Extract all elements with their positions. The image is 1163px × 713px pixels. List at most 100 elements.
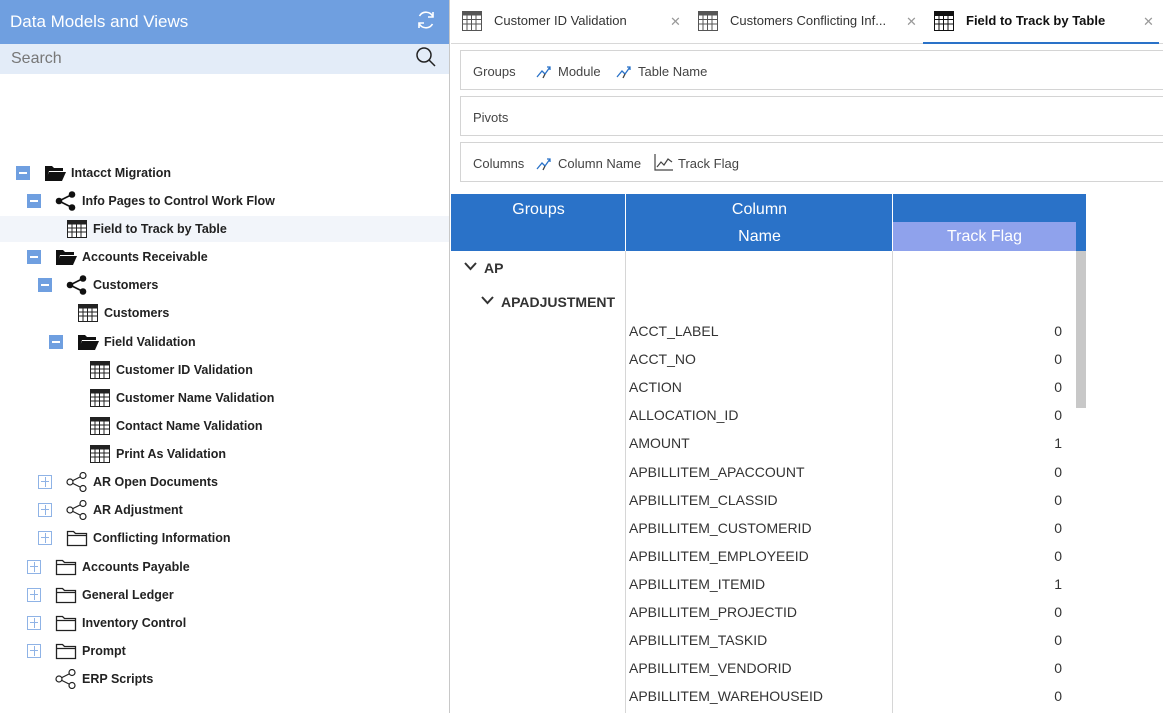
tree-item-customer-id-validation[interactable]: Customer ID Validation	[0, 357, 449, 383]
chevron-down-icon[interactable]	[481, 296, 494, 308]
header-column-line2[interactable]: Name	[626, 228, 893, 246]
close-icon[interactable]: ✕	[1143, 14, 1154, 30]
tree-item-accounts-payable[interactable]: Accounts Payable	[0, 554, 449, 580]
table-row[interactable]: APBILLITEM_APACCOUNT 0	[626, 458, 1076, 486]
search-icon[interactable]	[415, 46, 437, 73]
measure-icon	[654, 153, 678, 174]
table-row[interactable]: APBILLITEM_WAREHOUSEID 0	[626, 682, 1076, 710]
track-flag-cell: 0	[1054, 660, 1062, 677]
tree-item-label: Customers	[104, 306, 170, 320]
tree-item-print-as-validation[interactable]: Print As Validation	[0, 441, 449, 467]
collapse-icon[interactable]	[27, 250, 41, 264]
table-row[interactable]: AMOUNT 1	[626, 429, 1076, 457]
tree-item-intacct-migration[interactable]: Intacct Migration	[0, 160, 449, 186]
tree-item-label: Customer Name Validation	[116, 391, 275, 405]
group-row-ap[interactable]: AP	[464, 260, 503, 276]
chip-module[interactable]: Module	[536, 61, 601, 82]
group-row-apadjustment[interactable]: APADJUSTMENT	[481, 294, 615, 310]
dimension-icon	[616, 61, 638, 82]
refresh-icon[interactable]	[415, 9, 437, 36]
tree-item-field-to-track-by-table[interactable]: Field to Track by Table	[0, 216, 449, 242]
share-icon	[66, 275, 88, 295]
table-row[interactable]: APBILLITEM_EMPLOYEEID 0	[626, 542, 1076, 570]
table-row[interactable]: APBILLITEM_ITEMID 1	[626, 570, 1076, 598]
table-row[interactable]: ACTION 0	[626, 373, 1076, 401]
search-input[interactable]	[11, 50, 371, 68]
table-row[interactable]: ACCT_NO 0	[626, 345, 1076, 373]
header-column-line1[interactable]: Column	[626, 201, 893, 219]
table-row[interactable]: ACCT_LABEL 0	[626, 317, 1076, 345]
columns-zone-label: Columns	[473, 156, 525, 171]
tree-item-erp-scripts[interactable]: ERP Scripts	[0, 666, 449, 692]
tree-item-ar-adjustment[interactable]: AR Adjustment	[0, 497, 449, 523]
table-row[interactable]: ALLOCATION_ID 0	[626, 401, 1076, 429]
expand-icon[interactable]	[38, 503, 52, 517]
vertical-scrollbar[interactable]	[1076, 251, 1086, 713]
table-row[interactable]: APBILLITEM_VENDORID 0	[626, 654, 1076, 682]
track-flag-cell: 0	[1054, 688, 1062, 705]
expand-icon[interactable]	[27, 616, 41, 630]
scrollbar-thumb[interactable]	[1076, 251, 1086, 408]
table-row[interactable]: APBILLITEM_CUSTOMERID 0	[626, 514, 1076, 542]
expand-icon[interactable]	[27, 560, 41, 574]
tree-item-customers[interactable]: Customers	[0, 272, 449, 298]
tree-item-contact-name-validation[interactable]: Contact Name Validation	[0, 413, 449, 439]
chip-table-name[interactable]: Table Name	[616, 61, 707, 82]
tab-field-to-track-by-table[interactable]: Field to Track by Table ✕	[923, 0, 1159, 44]
chip-track-flag[interactable]: Track Flag	[654, 153, 739, 174]
table-icon	[697, 10, 719, 37]
tree-item-customer-name-validation[interactable]: Customer Name Validation	[0, 385, 449, 411]
tree-item-general-ledger[interactable]: General Ledger	[0, 582, 449, 608]
tab-customer-id-validation[interactable]: Customer ID Validation ✕	[451, 0, 687, 44]
grid-body: AP APADJUSTMENT ACCT_LABEL 0 ACCT_NO 0 ACTIO…	[451, 251, 1086, 713]
table-icon	[933, 10, 955, 37]
tree-item-info-pages-to-control-work-flow[interactable]: Info Pages to Control Work Flow	[0, 188, 449, 214]
tree-item-ar-open-documents[interactable]: AR Open Documents	[0, 469, 449, 495]
tree-item-customers[interactable]: Customers	[0, 300, 449, 326]
track-flag-cell: 1	[1054, 435, 1062, 452]
table-row[interactable]: APBILLITEM_CLASSID 0	[626, 486, 1076, 514]
groups-zone[interactable]: Groups Module Table Name	[460, 50, 1163, 90]
tree-item-label: AR Open Documents	[93, 475, 219, 489]
table-row[interactable]: APBILLITEM_TASKID 0	[626, 626, 1076, 654]
chevron-down-icon[interactable]	[464, 262, 477, 274]
collapse-icon[interactable]	[38, 278, 52, 292]
header-track-flag[interactable]: Track Flag	[893, 222, 1076, 251]
tree-item-conflicting-information[interactable]: Conflicting Information	[0, 525, 449, 551]
column-name-cell: APBILLITEM_CUSTOMERID	[629, 519, 812, 536]
tree-item-accounts-receivable[interactable]: Accounts Receivable	[0, 244, 449, 270]
close-icon[interactable]: ✕	[670, 14, 681, 30]
track-flag-cell: 0	[1054, 463, 1062, 480]
collapse-icon[interactable]	[49, 335, 63, 349]
close-icon[interactable]: ✕	[906, 14, 917, 30]
column-name-cell: APBILLITEM_TASKID	[629, 632, 768, 649]
track-flag-cell: 0	[1054, 604, 1062, 620]
chip-column-name[interactable]: Column Name	[536, 153, 641, 174]
column-name-cell: APBILLITEM_PROJECTID	[629, 604, 798, 620]
column-name-cell: APBILLITEM_APACCOUNT	[629, 463, 805, 480]
tree-item-inventory-control[interactable]: Inventory Control	[0, 610, 449, 636]
tree-item-label: Contact Name Validation	[116, 419, 263, 433]
tree-item-label: Accounts Payable	[82, 560, 190, 574]
collapse-icon[interactable]	[27, 194, 41, 208]
tab-customers-conflicting[interactable]: Customers Conflicting Inf... ✕	[687, 0, 923, 44]
pivots-zone[interactable]: Pivots	[460, 96, 1163, 136]
grid-header: Groups Column Name Track Flag	[451, 194, 1086, 251]
tree-item-prompt[interactable]: Prompt	[0, 638, 449, 664]
expand-icon[interactable]	[38, 531, 52, 545]
panel-header: Data Models and Views	[0, 0, 449, 44]
expand-icon[interactable]	[27, 644, 41, 658]
expand-icon[interactable]	[38, 475, 52, 489]
table-row[interactable]: APBILLITEM_PROJECTID 0	[626, 598, 1076, 626]
tab-bar: Customer ID Validation ✕ Customers Confl…	[451, 0, 1163, 44]
track-flag-cell: 0	[1054, 547, 1062, 564]
app-window: Data Models and Views Intacct Migration I…	[0, 0, 1163, 713]
columns-zone[interactable]: Columns Column Name Track Flag	[460, 142, 1163, 182]
expand-icon[interactable]	[27, 588, 41, 602]
table-icon	[89, 444, 111, 464]
tree-item-field-validation[interactable]: Field Validation	[0, 329, 449, 355]
folder-open-icon	[44, 163, 66, 183]
header-groups[interactable]: Groups	[451, 201, 626, 219]
collapse-icon[interactable]	[16, 166, 30, 180]
track-flag-cell: 0	[1054, 519, 1062, 536]
